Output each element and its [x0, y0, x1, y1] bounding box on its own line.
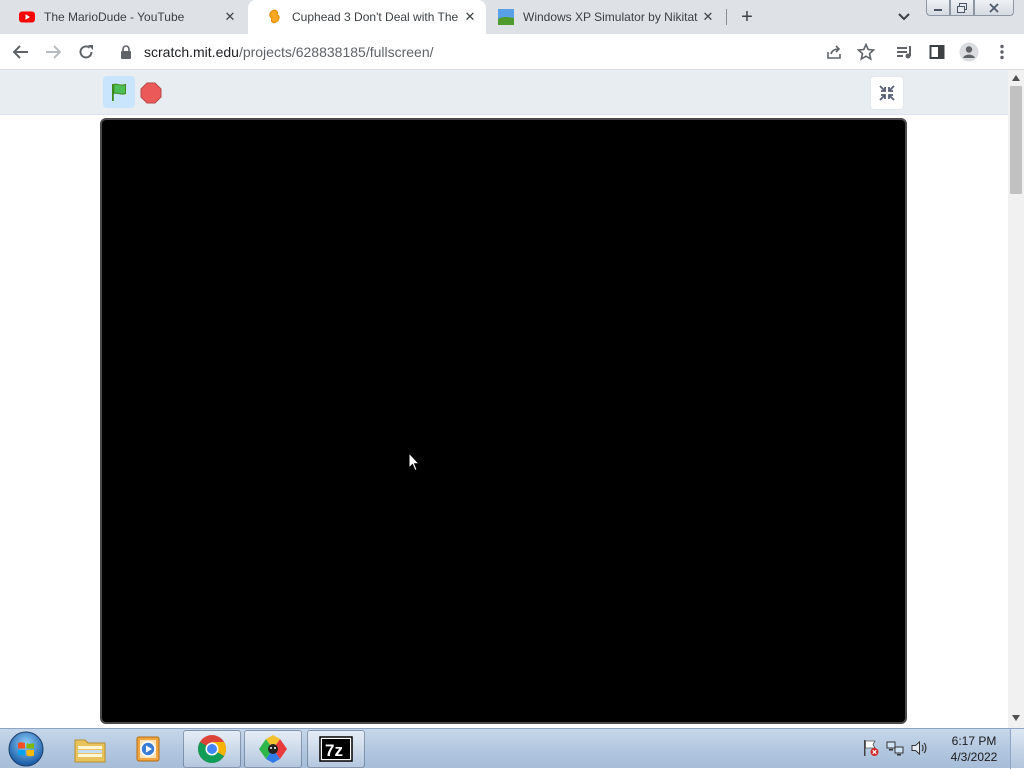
- browser-toolbar: scratch.mit.edu/projects/628838185/fulls…: [0, 34, 1024, 70]
- media-control-button[interactable]: [895, 42, 915, 62]
- page-scrollbar[interactable]: [1008, 70, 1024, 728]
- tab-title: The MarioDude - YouTube: [44, 10, 185, 24]
- 7zip-icon: 7z: [319, 736, 353, 762]
- reload-button[interactable]: [74, 40, 98, 64]
- window-controls: [926, 0, 1014, 16]
- minimize-icon: [934, 8, 942, 11]
- stop-sign-icon: [140, 82, 162, 104]
- tab-title: Windows XP Simulator by Nikitat: [523, 10, 698, 24]
- windows-orb-icon: [8, 731, 44, 767]
- back-button[interactable]: [9, 40, 33, 64]
- tab-title: Cuphead 3 Don't Deal with The D: [292, 10, 458, 24]
- close-icon[interactable]: ✕: [222, 9, 238, 25]
- url-path: /projects/628838185/fullscreen/: [238, 44, 434, 60]
- clock-date: 4/3/2022: [950, 750, 998, 764]
- tab-separator: [726, 9, 727, 25]
- scroll-down-icon[interactable]: [1012, 715, 1020, 721]
- exit-fullscreen-icon: [879, 85, 895, 101]
- close-icon[interactable]: ✕: [700, 9, 716, 25]
- action-center-flag-icon[interactable]: [862, 739, 880, 757]
- exit-fullscreen-button[interactable]: [870, 76, 904, 110]
- arrow-left-icon: [13, 45, 28, 59]
- lock-icon[interactable]: [120, 45, 132, 59]
- show-desktop-button[interactable]: [1010, 729, 1024, 769]
- more-vert-icon: [1000, 44, 1004, 60]
- address-bar[interactable]: scratch.mit.edu/projects/628838185/fulls…: [106, 38, 856, 66]
- scrollbar-thumb[interactable]: [1010, 86, 1022, 194]
- taskbar-clock[interactable]: 6:17 PM 4/3/2022: [940, 733, 1008, 765]
- windows-taskbar: 7z 6:17 PM 4/3/2022: [0, 728, 1024, 769]
- project-stage[interactable]: [100, 118, 907, 724]
- taskbar-chrome[interactable]: [183, 730, 241, 768]
- minimize-button[interactable]: [926, 0, 950, 16]
- close-icon[interactable]: ✕: [462, 9, 478, 25]
- system-tray: [862, 739, 928, 759]
- share-icon: [827, 45, 841, 59]
- taskbar-7zip[interactable]: 7z: [307, 730, 365, 768]
- start-button[interactable]: [4, 730, 48, 768]
- media-player-icon: [136, 736, 160, 762]
- app-launcher-icon: [259, 735, 287, 763]
- scroll-up-icon[interactable]: [1012, 75, 1020, 81]
- tab-scratch[interactable]: Cuphead 3 Don't Deal with The D ✕: [248, 0, 486, 34]
- scratch-fullscreen-page: [0, 70, 1008, 728]
- folder-icon: [74, 739, 106, 763]
- close-window-button[interactable]: [974, 0, 1014, 16]
- side-panel-button[interactable]: [927, 42, 947, 62]
- volume-icon[interactable]: [910, 739, 928, 757]
- side-panel-icon: [929, 45, 945, 59]
- star-icon: [857, 43, 875, 61]
- tab-winxp[interactable]: Windows XP Simulator by Nikitat ✕: [486, 0, 724, 34]
- green-flag-button[interactable]: [103, 76, 135, 108]
- avatar-icon: [959, 42, 979, 62]
- green-flag-icon: [112, 83, 126, 101]
- taskbar-media-player[interactable]: [120, 730, 178, 768]
- menu-button[interactable]: [992, 42, 1012, 62]
- chrome-icon: [198, 735, 226, 763]
- reload-icon: [79, 45, 93, 59]
- tab-strip: The MarioDude - YouTube ✕ Cuphead 3 Don'…: [0, 0, 1024, 34]
- stop-button[interactable]: [139, 81, 163, 105]
- new-tab-button[interactable]: +: [736, 6, 758, 28]
- mouse-cursor-icon: [408, 452, 420, 472]
- network-icon[interactable]: [886, 739, 904, 757]
- close-icon: [989, 2, 999, 13]
- stage-header: [0, 70, 1008, 115]
- scratch-icon: [269, 9, 280, 24]
- tab-youtube[interactable]: The MarioDude - YouTube ✕: [0, 0, 246, 34]
- url-host: scratch.mit.edu: [144, 44, 239, 60]
- restore-icon: [957, 2, 967, 13]
- forward-button[interactable]: [41, 40, 65, 64]
- bookmark-button[interactable]: [856, 42, 876, 62]
- share-button[interactable]: [824, 42, 844, 62]
- chevron-down-icon[interactable]: [896, 9, 912, 25]
- svg-text:7z: 7z: [325, 741, 343, 760]
- media-queue-icon: [897, 46, 911, 59]
- taskbar-app-launcher[interactable]: [244, 730, 302, 768]
- arrow-right-icon: [46, 45, 61, 59]
- winxp-icon: [498, 9, 514, 25]
- taskbar-file-explorer[interactable]: [61, 730, 119, 768]
- restore-button[interactable]: [950, 0, 974, 16]
- youtube-icon: [19, 11, 35, 23]
- clock-time: 6:17 PM: [951, 734, 997, 748]
- profile-button[interactable]: [959, 42, 979, 62]
